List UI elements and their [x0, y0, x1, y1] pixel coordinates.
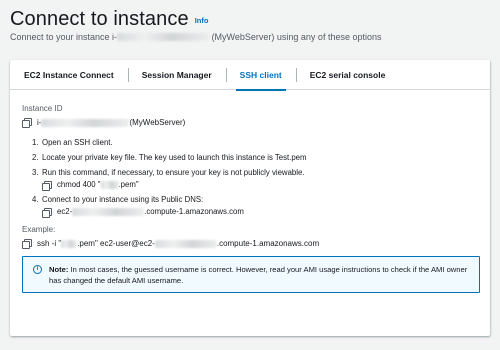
- note-body: In most cases, the guessed username is c…: [49, 265, 468, 285]
- step-text: Locate your private key file. The key us…: [42, 153, 307, 162]
- step-1: 1. Open an SSH client.: [32, 138, 478, 148]
- step-text: Open an SSH client.: [42, 138, 113, 147]
- example-command-row: ssh -i " .pem" ec2-user@ec2- .compute-1.am…: [22, 239, 478, 249]
- step-number: 4.: [32, 195, 39, 204]
- steps-list: 1. Open an SSH client. 2. Locate your priv…: [22, 138, 478, 218]
- chmod-command-row: chmod 400 " .pem": [42, 180, 478, 191]
- subtitle-prefix: Connect to your instance i-: [10, 32, 118, 42]
- example-suffix: .compute-1.amazonaws.com: [216, 239, 320, 248]
- instance-id-row: i- (MyWebServer): [22, 118, 478, 128]
- example-label: Example:: [22, 225, 56, 234]
- instance-id-name: (MyWebServer): [129, 118, 186, 127]
- page-subtitle: Connect to your instance i- (MyWebServer…: [10, 32, 500, 42]
- public-dns-prefix: ec2-: [57, 207, 73, 216]
- public-dns-suffix: .compute-1.amazonaws.com: [144, 207, 244, 216]
- chmod-command-prefix: chmod 400 ": [57, 180, 101, 189]
- step-3: 3. Run this command, if necessary, to ens…: [32, 168, 478, 191]
- step-number: 1.: [32, 138, 39, 147]
- instance-id-label: Instance ID: [22, 104, 63, 113]
- ssh-client-panel: Instance ID i- (MyWebServer) 1. Open an S…: [10, 90, 490, 293]
- tab-ec2-serial-console[interactable]: EC2 serial console: [295, 60, 400, 90]
- page: Connect to instance Info Connect to your…: [0, 0, 500, 350]
- copy-icon[interactable]: [22, 118, 32, 128]
- redacted-dns: [154, 239, 217, 248]
- redacted-dns: [72, 208, 145, 216]
- tab-session-manager[interactable]: Session Manager: [127, 60, 226, 90]
- redacted-key-name: [61, 239, 78, 248]
- redacted-instance-id: [41, 118, 130, 127]
- note-label: Note:: [49, 265, 69, 274]
- copy-icon[interactable]: [42, 207, 52, 218]
- step-text: Run this command, if necessary, to ensur…: [42, 168, 305, 177]
- note-text: Note: In most cases, the guessed usernam…: [49, 264, 469, 292]
- example-middle: .pem" ec2-user@ec2-: [77, 239, 155, 248]
- step-number: 2.: [32, 153, 39, 162]
- info-link[interactable]: Info: [195, 16, 209, 25]
- step-number: 3.: [32, 168, 39, 177]
- step-text: Connect to your instance using its Publi…: [42, 195, 204, 204]
- tab-bar: EC2 Instance Connect Session Manager SSH…: [10, 60, 490, 91]
- copy-icon[interactable]: [42, 180, 52, 191]
- tab-ssh-client[interactable]: SSH client: [225, 60, 296, 91]
- chmod-command-suffix: .pem": [118, 180, 139, 189]
- username-note: i Note: In most cases, the guessed usern…: [22, 256, 480, 293]
- page-title: Connect to instance: [10, 8, 189, 30]
- step-2: 2. Locate your private key file. The key …: [32, 153, 478, 163]
- connect-card: EC2 Instance Connect Session Manager SSH…: [10, 60, 490, 336]
- public-dns-row: ec2- .compute-1.amazonaws.com: [42, 207, 478, 218]
- title-row: Connect to instance Info: [10, 0, 500, 31]
- subtitle-suffix: (MyWebServer) using any of these options: [209, 32, 382, 42]
- redacted-instance-id: [117, 33, 210, 41]
- redacted-key-name: [100, 181, 119, 189]
- copy-icon[interactable]: [22, 239, 32, 249]
- info-icon: i: [33, 265, 42, 274]
- step-4: 4. Connect to your instance using its Pub…: [32, 195, 478, 218]
- example-prefix: ssh -i ": [37, 239, 62, 248]
- tab-ec2-instance-connect[interactable]: EC2 Instance Connect: [10, 60, 128, 90]
